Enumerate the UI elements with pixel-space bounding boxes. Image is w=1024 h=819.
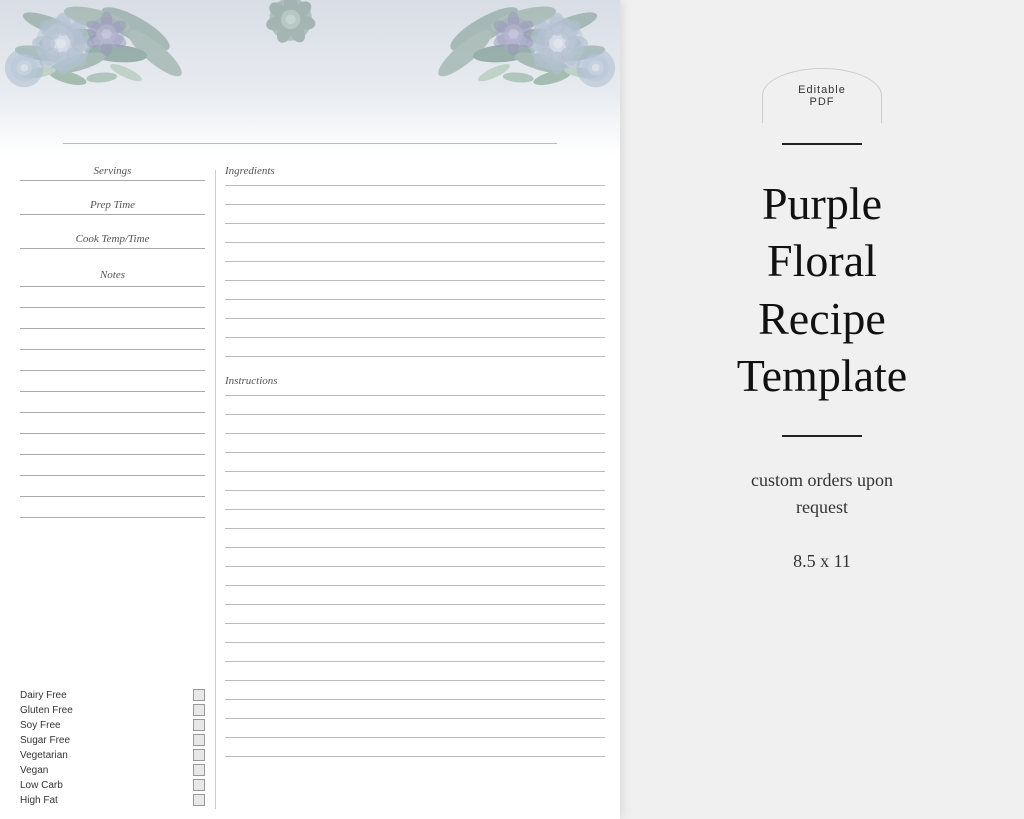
main-title-line3: Recipe: [737, 290, 907, 348]
prep-time-field: Prep Time: [20, 199, 205, 215]
title-bottom-line: [782, 435, 862, 437]
checkbox-soy-free[interactable]: [193, 719, 205, 731]
notes-lines: [20, 286, 205, 518]
checkbox-label-vegetarian: Vegetarian: [20, 750, 68, 761]
instructions-section: Instructions: [225, 375, 605, 757]
list-item: Soy Free: [20, 719, 205, 731]
checkbox-vegan[interactable]: [193, 764, 205, 776]
cook-temp-label: Cook Temp/Time: [20, 233, 205, 245]
list-item: High Fat: [20, 794, 205, 806]
notes-label: Notes: [20, 269, 205, 281]
prep-time-line: [20, 214, 205, 215]
title-top-line: [782, 143, 862, 145]
main-title: Purple Floral Recipe Template: [737, 175, 907, 405]
left-column: Servings Prep Time Cook Temp/Time Notes: [20, 165, 205, 538]
subtitle: custom orders uponrequest: [751, 467, 893, 521]
list-item: Sugar Free: [20, 734, 205, 746]
ingredients-lines: [225, 185, 605, 357]
checkbox-label-sugar-free: Sugar Free: [20, 735, 70, 746]
instructions-label: Instructions: [225, 375, 605, 387]
cook-temp-field: Cook Temp/Time: [20, 233, 205, 249]
checkbox-label-dairy-free: Dairy Free: [20, 690, 67, 701]
instructions-lines: [225, 395, 605, 757]
main-title-line4: Template: [737, 347, 907, 405]
main-title-line1: Purple: [737, 175, 907, 233]
editable-badge-line1: Editable: [798, 84, 846, 96]
checkbox-gluten-free[interactable]: [193, 704, 205, 716]
list-item: Gluten Free: [20, 704, 205, 716]
cook-temp-line: [20, 248, 205, 249]
checkbox-dairy-free[interactable]: [193, 689, 205, 701]
checkbox-section: Dairy Free Gluten Free Soy Free Sugar Fr…: [20, 689, 205, 809]
checkbox-label-soy-free: Soy Free: [20, 720, 61, 731]
checkbox-vegetarian[interactable]: [193, 749, 205, 761]
checkbox-label-vegan: Vegan: [20, 765, 48, 776]
checkbox-low-carb[interactable]: [193, 779, 205, 791]
notes-section: Notes: [20, 269, 205, 518]
list-item: Low Carb: [20, 779, 205, 791]
servings-line: [20, 180, 205, 181]
main-title-line2: Floral: [737, 232, 907, 290]
editable-pdf-badge: Editable PDF: [762, 68, 882, 123]
checkbox-sugar-free[interactable]: [193, 734, 205, 746]
prep-time-label: Prep Time: [20, 199, 205, 211]
vertical-divider: [215, 170, 216, 809]
right-column: Ingredients Instructions: [225, 165, 605, 775]
list-item: Vegan: [20, 764, 205, 776]
editable-badge-line2: PDF: [810, 96, 835, 108]
size-text: 8.5 x 11: [793, 551, 851, 572]
list-item: Dairy Free: [20, 689, 205, 701]
list-item: Vegetarian: [20, 749, 205, 761]
servings-label: Servings: [20, 165, 205, 177]
checkbox-label-high-fat: High Fat: [20, 795, 58, 806]
servings-field: Servings: [20, 165, 205, 181]
checkbox-label-low-carb: Low Carb: [20, 780, 63, 791]
checkbox-label-gluten-free: Gluten Free: [20, 705, 73, 716]
recipe-card: Servings Prep Time Cook Temp/Time Notes: [0, 0, 620, 819]
ingredients-label: Ingredients: [225, 165, 605, 177]
title-area: Editable PDF Purple Floral Recipe Templa…: [620, 0, 1024, 819]
checkbox-high-fat[interactable]: [193, 794, 205, 806]
floral-header: [0, 0, 620, 155]
page-container: Servings Prep Time Cook Temp/Time Notes: [0, 0, 1024, 819]
